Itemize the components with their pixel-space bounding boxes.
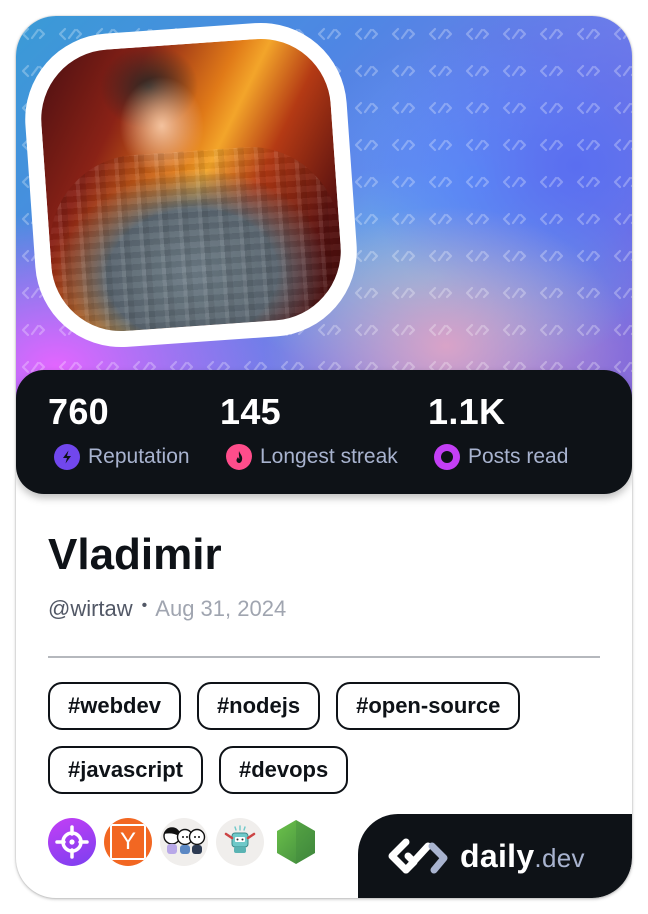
stat-value: 1.1K (428, 391, 506, 432)
ycombinator-badge: Y (104, 818, 152, 866)
tag-chip: #javascript (48, 746, 203, 794)
daily-dev-brand: daily.dev (358, 814, 632, 898)
tag-chip: #webdev (48, 682, 181, 730)
profile-join-date: Aug 31, 2024 (155, 596, 287, 621)
lightning-icon (54, 444, 80, 470)
daily-dev-logo-icon (388, 838, 448, 874)
cartoon-friends-badge (160, 818, 208, 866)
stat-reputation: 760 Reputation (48, 392, 190, 470)
cover-background (16, 16, 632, 416)
separator-dot: • (141, 597, 148, 614)
robot-icon (224, 825, 256, 853)
source-badges: Y (48, 818, 320, 866)
ycombinator-logo-icon: Y (110, 824, 146, 860)
tag-list: #webdev #nodejs #open-source #javascript… (48, 682, 608, 794)
stat-label: Posts read (468, 445, 569, 468)
avatar (36, 34, 346, 336)
stat-label: Reputation (88, 445, 190, 468)
crosshair-target-badge (48, 818, 96, 866)
stat-value: 145 (220, 391, 281, 432)
tag-chip: #devops (218, 746, 349, 794)
eye-ring-icon (434, 444, 460, 470)
nodejs-badge (272, 818, 320, 866)
avatar-frame (19, 17, 363, 353)
stat-longest-streak: 145 Longest streak (220, 392, 398, 470)
stat-value: 760 (48, 391, 109, 432)
nodejs-hexagon-icon (277, 820, 315, 864)
profile-name: Vladimir (48, 530, 222, 579)
crosshair-icon (55, 825, 89, 859)
stat-label: Longest streak (260, 445, 398, 468)
brand-word: daily (460, 837, 535, 874)
tag-chip: #nodejs (196, 682, 321, 730)
profile-handle: @wirtaw (48, 596, 133, 621)
devcard: 760 Reputation 145 Longest streak 1.1K P… (16, 16, 632, 898)
flame-icon (226, 444, 252, 470)
brand-wordmark: daily.dev (460, 838, 585, 875)
tag-chip: #open-source (336, 682, 521, 730)
stat-posts-read: 1.1K Posts read (428, 392, 568, 470)
cartoon-friends-icon (163, 827, 206, 854)
stats-bar: 760 Reputation 145 Longest streak 1.1K P… (16, 370, 632, 494)
divider (48, 656, 600, 658)
brand-tld: .dev (534, 842, 585, 873)
robot-badge (216, 818, 264, 866)
avatar-photo-detail (43, 141, 346, 336)
profile-meta: @wirtaw • Aug 31, 2024 (48, 594, 286, 624)
